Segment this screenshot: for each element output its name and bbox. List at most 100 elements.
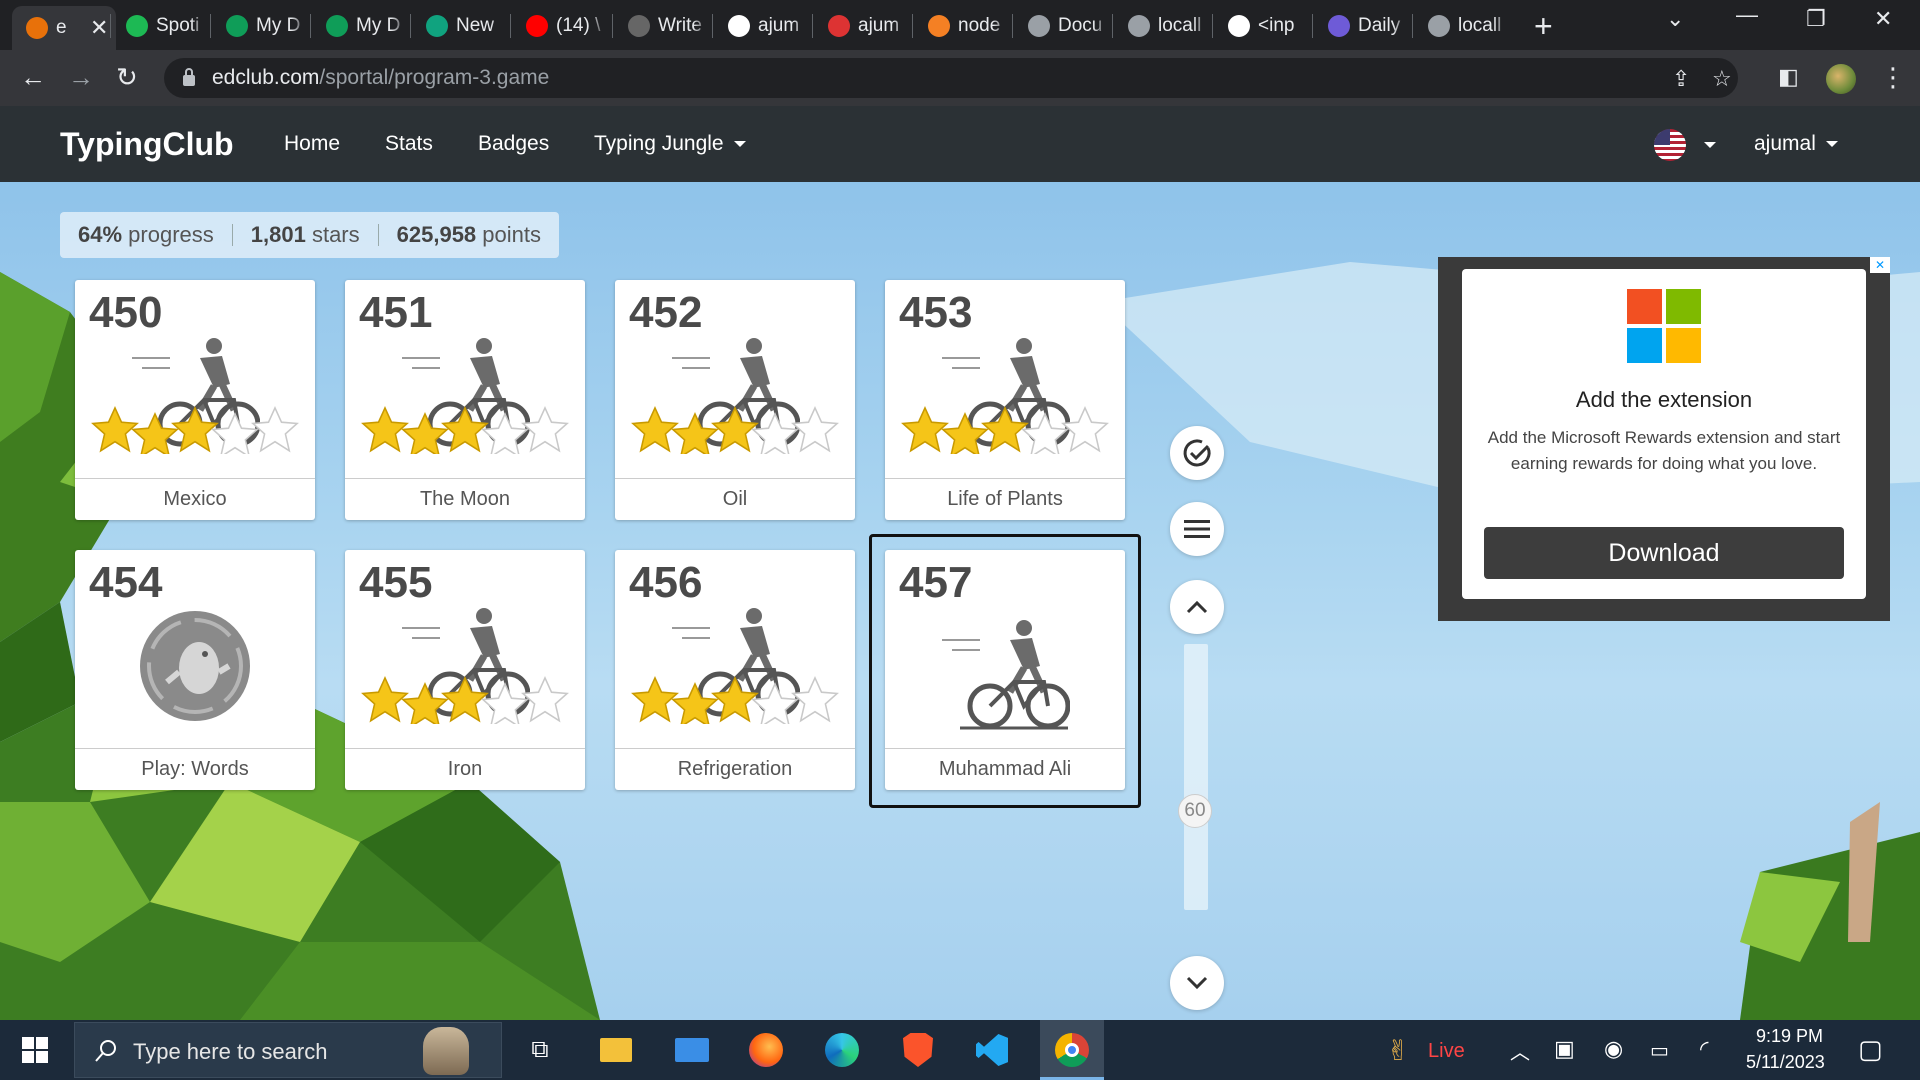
nav-typing-jungle-label: Typing Jungle [594, 132, 724, 155]
browser-tab[interactable]: locall [1414, 8, 1510, 44]
nav-stats[interactable]: Stats [385, 132, 433, 156]
side-panel-icon[interactable]: ◧ [1778, 62, 1799, 92]
tab-title: e [56, 17, 67, 38]
menu-button[interactable] [1170, 502, 1224, 556]
tab-title: locall [1158, 15, 1202, 36]
lesson-card-455[interactable]: 455 Iron [345, 550, 585, 790]
minimize-button[interactable]: — [1736, 2, 1758, 28]
lesson-card-453[interactable]: 453 Life of Plants [885, 280, 1125, 520]
ad-close-icon[interactable]: ✕ [1870, 257, 1890, 273]
tab-title: ajum [758, 15, 800, 36]
lesson-card-450[interactable]: 450 Mexico [75, 280, 315, 520]
task-view-icon[interactable]: ⧉ [522, 1032, 558, 1068]
lesson-card-452[interactable]: 452 Oil [615, 280, 855, 520]
cricket-live-icon[interactable]: ✌ [1380, 1032, 1416, 1068]
file-explorer-icon[interactable] [598, 1032, 634, 1068]
brand-logo[interactable]: TypingClub [60, 126, 234, 163]
browser-tab[interactable]: e ✕ [12, 6, 116, 50]
chrome-icon[interactable] [1054, 1032, 1090, 1068]
tab-search-icon[interactable]: ⌄ [1666, 6, 1684, 32]
lesson-card-456[interactable]: 456 Refrigeration [615, 550, 855, 790]
browser-tab[interactable]: node [914, 8, 1010, 44]
windows-start-icon[interactable] [22, 1037, 48, 1063]
chrome-menu-icon[interactable]: ⋮ [1880, 62, 1906, 92]
scroll-up-button[interactable] [1170, 580, 1224, 634]
nav-typing-jungle[interactable]: Typing Jungle [594, 132, 746, 156]
browser-tab[interactable]: My D [312, 8, 408, 44]
tab-divider [1412, 14, 1413, 38]
lesson-card-457[interactable]: 457 Muhammad Ali [885, 550, 1125, 790]
tab-title: My D [256, 15, 301, 36]
clock-time[interactable]: 9:19 PM [1756, 1026, 1823, 1047]
clock-date[interactable]: 5/11/2023 [1746, 1052, 1825, 1073]
user-menu[interactable]: ajumal [1754, 132, 1838, 156]
nav-home[interactable]: Home [284, 132, 340, 156]
tab-divider [310, 14, 311, 38]
tab-divider [210, 14, 211, 38]
tab-divider [410, 14, 411, 38]
mail-icon[interactable] [674, 1032, 710, 1068]
back-arrow-icon[interactable]: ← [20, 62, 46, 92]
reload-icon[interactable]: ↻ [116, 62, 138, 92]
browser-tab[interactable]: New [412, 8, 508, 44]
ad-download-button[interactable]: Download [1484, 527, 1844, 579]
wifi-icon[interactable]: ◜ [1700, 1036, 1709, 1062]
star-filled-icon [981, 406, 1029, 453]
browser-tab[interactable]: ajum [714, 8, 810, 44]
edge-icon[interactable] [824, 1032, 860, 1068]
new-tab-button[interactable]: + [1534, 8, 1553, 44]
browser-tab-strip: e ✕ Spoti My D My D New (14) \ Write ajum ajum nod… [0, 0, 1920, 50]
address-bar[interactable]: edclub.com/sportal/program-3.game ⇪ ☆ [164, 58, 1738, 98]
lesson-card-454[interactable]: 454 Play: Words [75, 550, 315, 790]
language-chevron-down-icon[interactable] [1704, 142, 1716, 148]
close-window-button[interactable]: ✕ [1874, 6, 1892, 32]
chevron-down-icon [733, 141, 746, 148]
tray-chevron-up-icon[interactable]: ︿ [1510, 1036, 1530, 1065]
browser-tab[interactable]: (14) \ [512, 8, 610, 44]
browser-tab[interactable]: Daily [1314, 8, 1410, 44]
us-flag-icon[interactable] [1654, 129, 1686, 161]
battery-icon[interactable]: ▭ [1650, 1038, 1669, 1063]
lesson-scroll-track[interactable] [1184, 644, 1208, 910]
check-circle-button[interactable] [1170, 426, 1224, 480]
ad-body: Add the Microsoft Rewards extension and … [1487, 428, 1841, 473]
notification-icon[interactable]: ▢ [1858, 1034, 1883, 1065]
meet-now-icon[interactable]: ◉ [1604, 1036, 1623, 1062]
tray-app-icon[interactable]: ▣ [1554, 1036, 1575, 1062]
star-empty-icon [1061, 406, 1109, 453]
close-tab-icon[interactable]: ✕ [90, 15, 108, 41]
lesson-scroll-knob[interactable]: 60 [1178, 794, 1212, 828]
vscode-icon[interactable] [974, 1032, 1010, 1068]
star-rating [91, 406, 299, 454]
lesson-map: 64% progress 1,801 stars 625,958 points … [0, 182, 1920, 1020]
star-filled-icon [711, 676, 759, 723]
search-highlight-image [423, 1027, 469, 1075]
share-icon[interactable]: ⇪ [1672, 66, 1690, 92]
restore-button[interactable]: ❐ [1806, 6, 1826, 32]
nav-badges[interactable]: Badges [478, 132, 549, 156]
browser-tab[interactable]: Write [614, 8, 710, 44]
lesson-card-451[interactable]: 451 The Moon [345, 280, 585, 520]
tab-divider [612, 14, 613, 38]
bookmark-star-icon[interactable]: ☆ [1712, 66, 1732, 92]
firefox-icon[interactable] [748, 1032, 784, 1068]
profile-avatar[interactable] [1826, 64, 1856, 94]
star-empty-icon [211, 412, 259, 454]
tab-title: Daily [1358, 15, 1401, 36]
browser-tab[interactable]: ajum [814, 8, 910, 44]
star-filled-icon [361, 676, 409, 723]
browser-tab[interactable]: Docu [1014, 8, 1110, 44]
star-filled-icon [631, 406, 679, 453]
browser-tab[interactable]: locall [1114, 8, 1210, 44]
browser-tab[interactable]: <inp [1214, 8, 1310, 44]
live-label[interactable]: Live [1428, 1040, 1465, 1063]
brave-icon[interactable] [900, 1032, 936, 1068]
forward-arrow-icon[interactable]: → [68, 62, 94, 92]
progress-percent-label: progress [128, 222, 214, 247]
tab-divider [812, 14, 813, 38]
browser-tab[interactable]: My D [212, 8, 308, 44]
browser-tab[interactable]: Spoti [112, 8, 208, 44]
taskbar-search-input[interactable]: Type here to search [74, 1022, 502, 1078]
scroll-down-button[interactable] [1170, 956, 1224, 1010]
star-filled-icon [441, 406, 489, 453]
